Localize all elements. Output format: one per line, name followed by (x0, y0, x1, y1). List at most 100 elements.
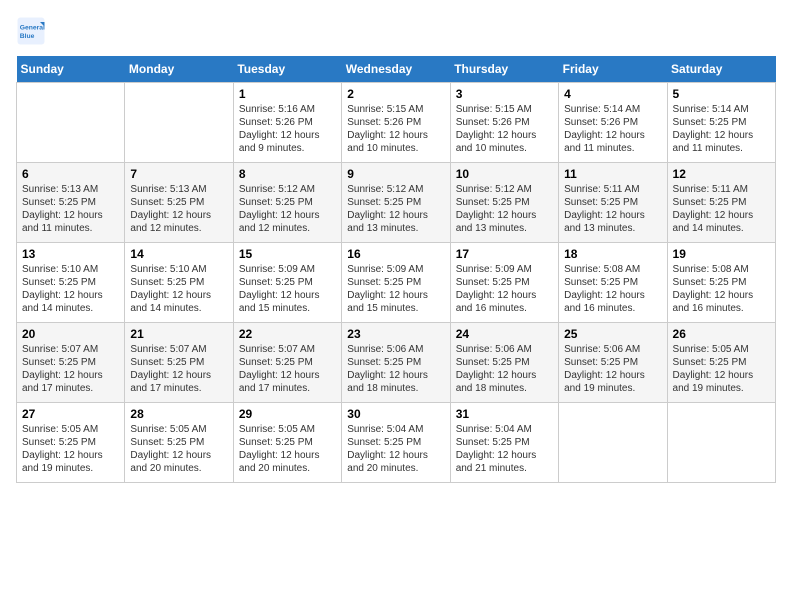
calendar-cell: 23Sunrise: 5:06 AM Sunset: 5:25 PM Dayli… (342, 323, 450, 403)
day-info: Sunrise: 5:11 AM Sunset: 5:25 PM Dayligh… (564, 183, 661, 235)
day-number: 30 (347, 407, 444, 421)
day-number: 31 (456, 407, 553, 421)
calendar-cell: 17 Sunrise: 5:09 AM Sunset: 5:25 PM Dayli… (450, 243, 558, 323)
calendar-cell: 14 Sunrise: 5:10 AM Sunset: 5:25 PM Dayli… (125, 243, 233, 323)
calendar-cell: 5 Sunrise: 5:14 AM Sunset: 5:25 PM Daylig… (667, 83, 775, 163)
day-info: Sunrise: 5:08 AM Sunset: 5:25 PM Dayligh… (564, 263, 661, 315)
calendar-table: SundayMondayTuesdayWednesdayThursdayFrid… (16, 56, 776, 483)
calendar-body: 1 Sunrise: 5:16 AM Sunset: 5:26 PM Daylig… (17, 83, 776, 483)
calendar-cell: 15Sunrise: 5:09 AM Sunset: 5:25 PM Dayli… (233, 243, 341, 323)
day-info: Sunrise: 5:05 AM Sunset: 5:25 PM Dayligh… (239, 423, 336, 475)
calendar-cell: 27 Sunrise: 5:05 AM Sunset: 5:25 PM Dayli… (17, 403, 125, 483)
day-info: Sunrise: 5:13 AM Sunset: 5:25 PM Dayligh… (130, 183, 227, 235)
logo: General Blue (16, 16, 50, 46)
day-number: 21 (130, 327, 227, 341)
day-info: Sunrise: 5:12 AM Sunset: 5:25 PM Dayligh… (347, 183, 444, 235)
day-number: 14 (130, 247, 227, 261)
day-number: 28 (130, 407, 227, 421)
day-number: 19 (673, 247, 770, 261)
calendar-cell: 7 Sunrise: 5:13 AM Sunset: 5:25 PM Daylig… (125, 163, 233, 243)
day-info: Sunrise: 5:04 AM Sunset: 5:25 PM Dayligh… (456, 423, 553, 475)
day-number: 13 (22, 247, 119, 261)
calendar-cell: 6 Sunrise: 5:13 AM Sunset: 5:25 PM Daylig… (17, 163, 125, 243)
calendar-cell: 20 Sunrise: 5:07 AM Sunset: 5:25 PM Dayli… (17, 323, 125, 403)
calendar-cell: 12 Sunrise: 5:11 AM Sunset: 5:25 PM Dayli… (667, 163, 775, 243)
day-number: 22 (239, 327, 336, 341)
weekday-header: Thursday (450, 56, 558, 83)
weekday-header: Saturday (667, 56, 775, 83)
calendar-week-row: 1 Sunrise: 5:16 AM Sunset: 5:26 PM Daylig… (17, 83, 776, 163)
day-number: 18 (564, 247, 661, 261)
day-info: Sunrise: 5:10 AM Sunset: 5:25 PM Dayligh… (22, 263, 119, 315)
calendar-cell (17, 83, 125, 163)
calendar-cell: 18 Sunrise: 5:08 AM Sunset: 5:25 PM Dayli… (559, 243, 667, 323)
day-number: 8 (239, 167, 336, 181)
day-info: Sunrise: 5:09 AM Sunset: 5:25 PM Dayligh… (456, 263, 553, 315)
day-info: Sunrise: 5:14 AM Sunset: 5:25 PM Dayligh… (673, 103, 770, 155)
day-info: Sunrise: 5:12 AM Sunset: 5:25 PM Dayligh… (456, 183, 553, 235)
day-info: Sunrise: 5:15 AM Sunset: 5:26 PM Dayligh… (456, 103, 553, 155)
day-number: 5 (673, 87, 770, 101)
day-info: Sunrise: 5:06 AM Sunset: 5:25 PM Dayligh… (456, 343, 553, 395)
calendar-header: SundayMondayTuesdayWednesdayThursdayFrid… (17, 56, 776, 83)
day-info: Sunrise: 5:10 AM Sunset: 5:25 PM Dayligh… (130, 263, 227, 315)
day-info: Sunrise: 5:09 AM Sunset: 5:25 PM Dayligh… (347, 263, 444, 315)
weekday-header: Monday (125, 56, 233, 83)
day-number: 12 (673, 167, 770, 181)
calendar-cell (125, 83, 233, 163)
day-info: Sunrise: 5:05 AM Sunset: 5:25 PM Dayligh… (673, 343, 770, 395)
day-info: Sunrise: 5:09 AM Sunset: 5:25 PM Dayligh… (239, 263, 336, 315)
day-number: 17 (456, 247, 553, 261)
calendar-week-row: 27 Sunrise: 5:05 AM Sunset: 5:25 PM Dayli… (17, 403, 776, 483)
calendar-cell (667, 403, 775, 483)
day-number: 7 (130, 167, 227, 181)
day-number: 1 (239, 87, 336, 101)
day-info: Sunrise: 5:16 AM Sunset: 5:26 PM Dayligh… (239, 103, 336, 155)
calendar-cell: 28Sunrise: 5:05 AM Sunset: 5:25 PM Dayli… (125, 403, 233, 483)
calendar-week-row: 20 Sunrise: 5:07 AM Sunset: 5:25 PM Dayli… (17, 323, 776, 403)
day-number: 10 (456, 167, 553, 181)
weekday-header: Wednesday (342, 56, 450, 83)
day-number: 4 (564, 87, 661, 101)
day-info: Sunrise: 5:07 AM Sunset: 5:25 PM Dayligh… (239, 343, 336, 395)
day-info: Sunrise: 5:07 AM Sunset: 5:25 PM Dayligh… (22, 343, 119, 395)
day-info: Sunrise: 5:06 AM Sunset: 5:25 PM Dayligh… (347, 343, 444, 395)
day-number: 25 (564, 327, 661, 341)
calendar-cell: 22 Sunrise: 5:07 AM Sunset: 5:25 PM Dayli… (233, 323, 341, 403)
calendar-cell: 10 Sunrise: 5:12 AM Sunset: 5:25 PM Dayli… (450, 163, 558, 243)
calendar-cell: 29 Sunrise: 5:05 AM Sunset: 5:25 PM Dayli… (233, 403, 341, 483)
weekday-header-row: SundayMondayTuesdayWednesdayThursdayFrid… (17, 56, 776, 83)
weekday-header: Friday (559, 56, 667, 83)
day-number: 26 (673, 327, 770, 341)
day-number: 24 (456, 327, 553, 341)
calendar-cell: 16 Sunrise: 5:09 AM Sunset: 5:25 PM Dayli… (342, 243, 450, 323)
day-info: Sunrise: 5:06 AM Sunset: 5:25 PM Dayligh… (564, 343, 661, 395)
day-info: Sunrise: 5:13 AM Sunset: 5:25 PM Dayligh… (22, 183, 119, 235)
day-info: Sunrise: 5:11 AM Sunset: 5:25 PM Dayligh… (673, 183, 770, 235)
svg-text:General: General (20, 25, 45, 32)
page-header: General Blue (16, 16, 776, 46)
day-info: Sunrise: 5:07 AM Sunset: 5:25 PM Dayligh… (130, 343, 227, 395)
day-info: Sunrise: 5:12 AM Sunset: 5:25 PM Dayligh… (239, 183, 336, 235)
day-info: Sunrise: 5:04 AM Sunset: 5:25 PM Dayligh… (347, 423, 444, 475)
day-info: Sunrise: 5:14 AM Sunset: 5:26 PM Dayligh… (564, 103, 661, 155)
day-info: Sunrise: 5:05 AM Sunset: 5:25 PM Dayligh… (22, 423, 119, 475)
day-info: Sunrise: 5:08 AM Sunset: 5:25 PM Dayligh… (673, 263, 770, 315)
calendar-cell: 25 Sunrise: 5:06 AM Sunset: 5:25 PM Dayli… (559, 323, 667, 403)
calendar-cell (559, 403, 667, 483)
day-info: Sunrise: 5:15 AM Sunset: 5:26 PM Dayligh… (347, 103, 444, 155)
calendar-cell: 4 Sunrise: 5:14 AM Sunset: 5:26 PM Daylig… (559, 83, 667, 163)
calendar-cell: 19 Sunrise: 5:08 AM Sunset: 5:25 PM Dayli… (667, 243, 775, 323)
day-number: 20 (22, 327, 119, 341)
calendar-cell: 3Sunrise: 5:15 AM Sunset: 5:26 PM Daylig… (450, 83, 558, 163)
day-number: 6 (22, 167, 119, 181)
day-number: 9 (347, 167, 444, 181)
day-number: 27 (22, 407, 119, 421)
calendar-week-row: 6 Sunrise: 5:13 AM Sunset: 5:25 PM Daylig… (17, 163, 776, 243)
calendar-cell: 1 Sunrise: 5:16 AM Sunset: 5:26 PM Daylig… (233, 83, 341, 163)
weekday-header: Sunday (17, 56, 125, 83)
logo-icon: General Blue (16, 16, 46, 46)
day-number: 16 (347, 247, 444, 261)
day-number: 29 (239, 407, 336, 421)
calendar-cell: 9 Sunrise: 5:12 AM Sunset: 5:25 PM Daylig… (342, 163, 450, 243)
